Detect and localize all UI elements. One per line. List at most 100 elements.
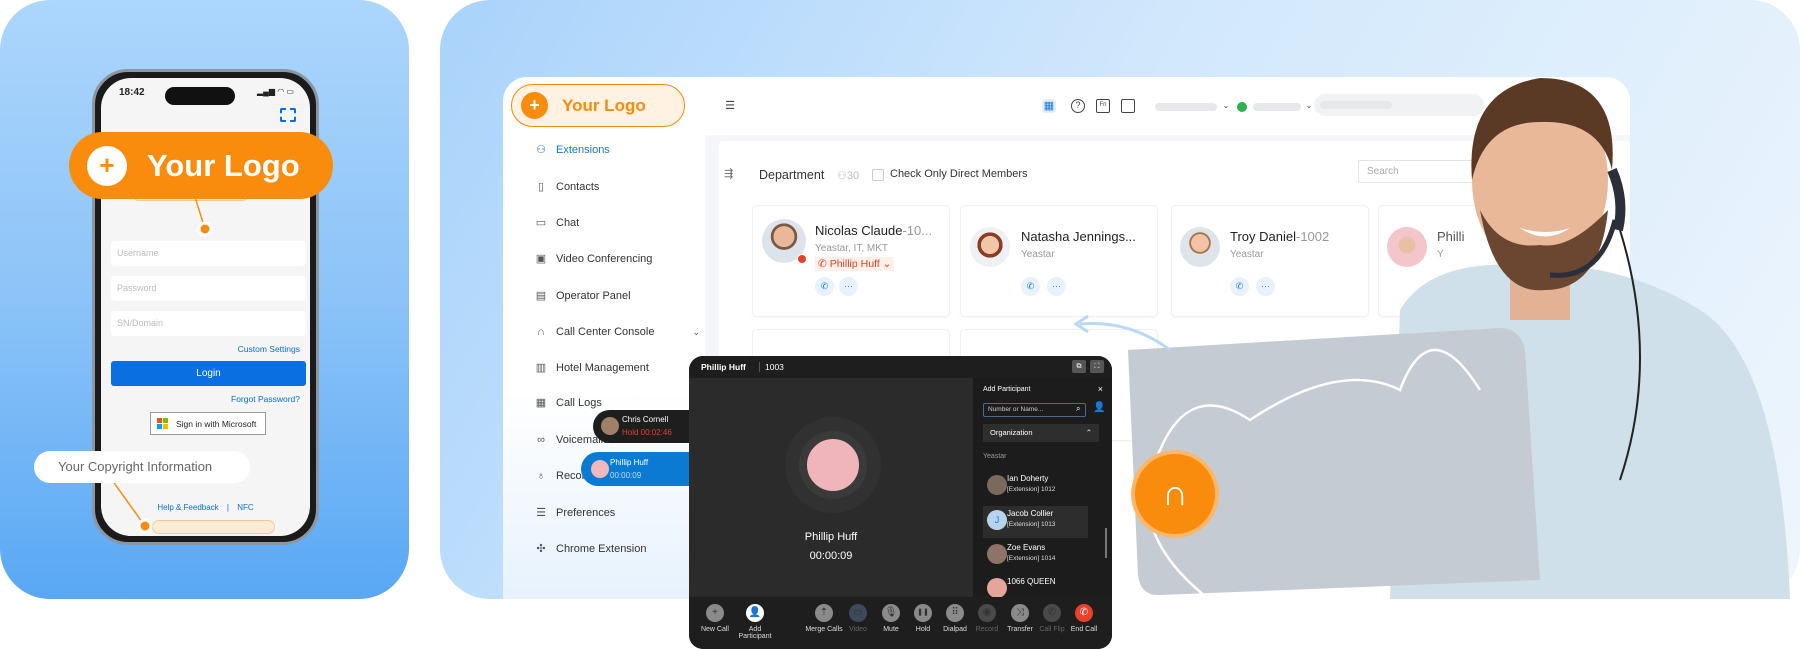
avatar — [591, 460, 609, 478]
active-call-badge[interactable]: ✆ Phillip Huff ⌄ — [815, 257, 895, 271]
sidebar-item-label: Operator Panel — [556, 290, 631, 302]
held-caller-name: Chris Cornell — [622, 415, 669, 424]
extension-card[interactable]: Nicolas Claude-10... Yeastar, IT, MKT ✆ … — [752, 205, 950, 317]
plus-icon: + — [706, 604, 724, 622]
fullscreen-icon[interactable]: ⛶ — [1090, 360, 1104, 373]
sidebar-item-label: Call Center Console — [556, 326, 655, 338]
participant-item[interactable]: Ian Doherty [Extension] 1012 — [983, 471, 1088, 503]
sidebar-item-preferences[interactable]: ☰ Preferences — [535, 507, 700, 519]
help-icon[interactable]: ? — [1071, 99, 1085, 113]
participant-name: Zoe Evans — [1007, 543, 1046, 552]
call-window: Phillip Huff 1003 ⧉ ⛶ Phillip Huff 00:00… — [689, 356, 1112, 649]
hang-up-icon: ✆ — [1075, 604, 1093, 622]
collapse-tree-icon[interactable]: ⇶ — [724, 167, 733, 180]
new-call-button[interactable]: + New Call — [695, 604, 735, 633]
video-conferencing-icon: ▣ — [535, 253, 547, 265]
active-timer: 00:00:09 — [610, 471, 642, 480]
sidebar-item-contacts[interactable]: ▯ Contacts — [535, 181, 700, 193]
chevron-down-icon: ⌄ — [692, 326, 700, 337]
add-participant-panel: Add Participant × Number or Name... ⌕ 👤 … — [973, 378, 1112, 598]
add-contact-icon[interactable]: 👤 — [1093, 402, 1105, 413]
sidebar-item-chrome-extension[interactable]: ✣ Chrome Extension — [535, 543, 700, 555]
control-label: Transfer — [1007, 626, 1033, 633]
sidebar-item-label: Contacts — [556, 181, 600, 193]
member-count-value: 30 — [846, 170, 860, 182]
sidebar-item-call-logs[interactable]: ▦ Call Logs — [535, 397, 700, 409]
hold-timer: Hold 00:02:46 — [622, 428, 672, 437]
organization-group-toggle[interactable]: Organization ⌃ — [983, 424, 1099, 442]
extensions-icon: ⚇ — [536, 144, 546, 156]
sidebar-item-label: Video Conferencing — [556, 253, 653, 265]
control-label: New Call — [700, 626, 729, 633]
copyright-badge: Your Copyright Information — [34, 451, 250, 483]
sidebar-item-label: Extensions — [556, 144, 610, 156]
participant-name: Ian Doherty — [1007, 474, 1049, 483]
avatar: J — [987, 510, 1007, 530]
avatar — [987, 475, 1007, 495]
sidebar-item-label: Call Logs — [556, 397, 602, 409]
control-label: End Call — [1070, 626, 1098, 633]
control-label: Mute — [883, 626, 899, 633]
qr-code-icon[interactable]: ▦ — [1042, 99, 1056, 113]
control-label: Call Flip — [1039, 626, 1065, 633]
participant-item[interactable]: Zoe Evans [Extension] 1014 — [983, 540, 1088, 572]
hotel-icon: ▥ — [535, 362, 547, 374]
extension-department: Yeastar — [1021, 249, 1055, 260]
group-label: Organization — [990, 428, 1033, 437]
sidebar-item-operator-panel[interactable]: ▤ Operator Panel — [535, 290, 700, 302]
direct-members-label: Check Only Direct Members — [890, 168, 1028, 180]
sidebar-item-label: Preferences — [556, 507, 616, 519]
headset-icon: ∩ — [537, 326, 545, 338]
plus-icon: + — [87, 145, 127, 186]
active-call-party: Phillip Huff — [829, 258, 880, 270]
collapse-menu-icon[interactable]: ☰ — [723, 99, 737, 113]
mobile-logo-label: Your Logo — [147, 147, 300, 183]
department-title: Department — [759, 168, 825, 182]
call-flip-icon: ✆ — [1043, 604, 1061, 622]
scrollbar[interactable] — [1105, 528, 1107, 558]
sidebar-item-label: Chat — [556, 217, 580, 229]
control-label: Add Participant — [738, 626, 772, 640]
preferences-icon: ☰ — [536, 507, 546, 519]
more-button[interactable]: ··· — [839, 277, 858, 296]
microphone-icon: ♁ — [536, 470, 546, 482]
held-call-pill[interactable]: Chris Cornell Hold 00:02:46 — [593, 410, 693, 443]
sidebar-item-video-conferencing[interactable]: ▣ Video Conferencing — [535, 253, 700, 265]
sidebar-item-hotel-management[interactable]: ▥Hotel Management⌄ — [535, 362, 700, 374]
call-button[interactable]: ✆ — [815, 277, 834, 296]
sidebar-item-extensions[interactable]: ⚇ Extensions — [535, 144, 700, 156]
control-label: Dialpad — [943, 626, 967, 633]
sidebar: + Your Logo ⚇ Extensions ▯ Contacts ▭ Chat … — [503, 77, 705, 599]
panel-title: Add Participant — [983, 386, 1031, 393]
add-participant-button[interactable]: 👤 Add Participant — [735, 604, 775, 640]
avatar — [987, 578, 1007, 598]
extension-department: Yeastar, IT, MKT — [815, 243, 888, 254]
sidebar-item-call-center-console[interactable]: ∩ Call Center Console ⌄ — [535, 326, 700, 338]
sidebar-item-chat[interactable]: ▭ Chat — [535, 217, 700, 229]
end-call-button[interactable]: ✆ End Call — [1064, 604, 1104, 633]
avatar — [987, 544, 1007, 564]
add-user-icon: 👤 — [746, 604, 764, 622]
participant-search-input[interactable]: Number or Name... — [983, 403, 1086, 417]
voicemail-icon: ∞ — [537, 434, 545, 446]
more-button[interactable]: ··· — [1047, 277, 1066, 296]
control-label: Hold — [915, 626, 931, 633]
close-icon[interactable]: × — [1098, 384, 1103, 394]
name-text: Nicolas Claude — [815, 223, 903, 238]
transfer-icon: ⤨ — [1011, 604, 1029, 622]
active-call-pill[interactable]: Phillip Huff 00:00:09 — [581, 452, 693, 486]
header-caller-name: Phillip Huff — [701, 362, 746, 372]
pause-icon: ❚❚ — [914, 604, 932, 622]
header-caller-ext: 1003 — [759, 362, 784, 372]
picture-in-picture-icon[interactable]: ⧉ — [1072, 360, 1086, 373]
participant-name: Jacob Collier — [1007, 509, 1054, 518]
direct-members-checkbox[interactable] — [872, 169, 884, 181]
contacts-icon: ▯ — [537, 181, 545, 193]
caller-avatar — [799, 431, 867, 499]
call-button[interactable]: ✆ — [1021, 277, 1040, 296]
avatar — [970, 227, 1010, 267]
busy-status-icon — [797, 254, 807, 264]
participant-item[interactable]: J Jacob Collier [Extension] 1013 — [983, 506, 1088, 538]
participant-detail: [Extension] 1012 — [1007, 486, 1056, 493]
search-icon: ⌕ — [1076, 404, 1081, 413]
